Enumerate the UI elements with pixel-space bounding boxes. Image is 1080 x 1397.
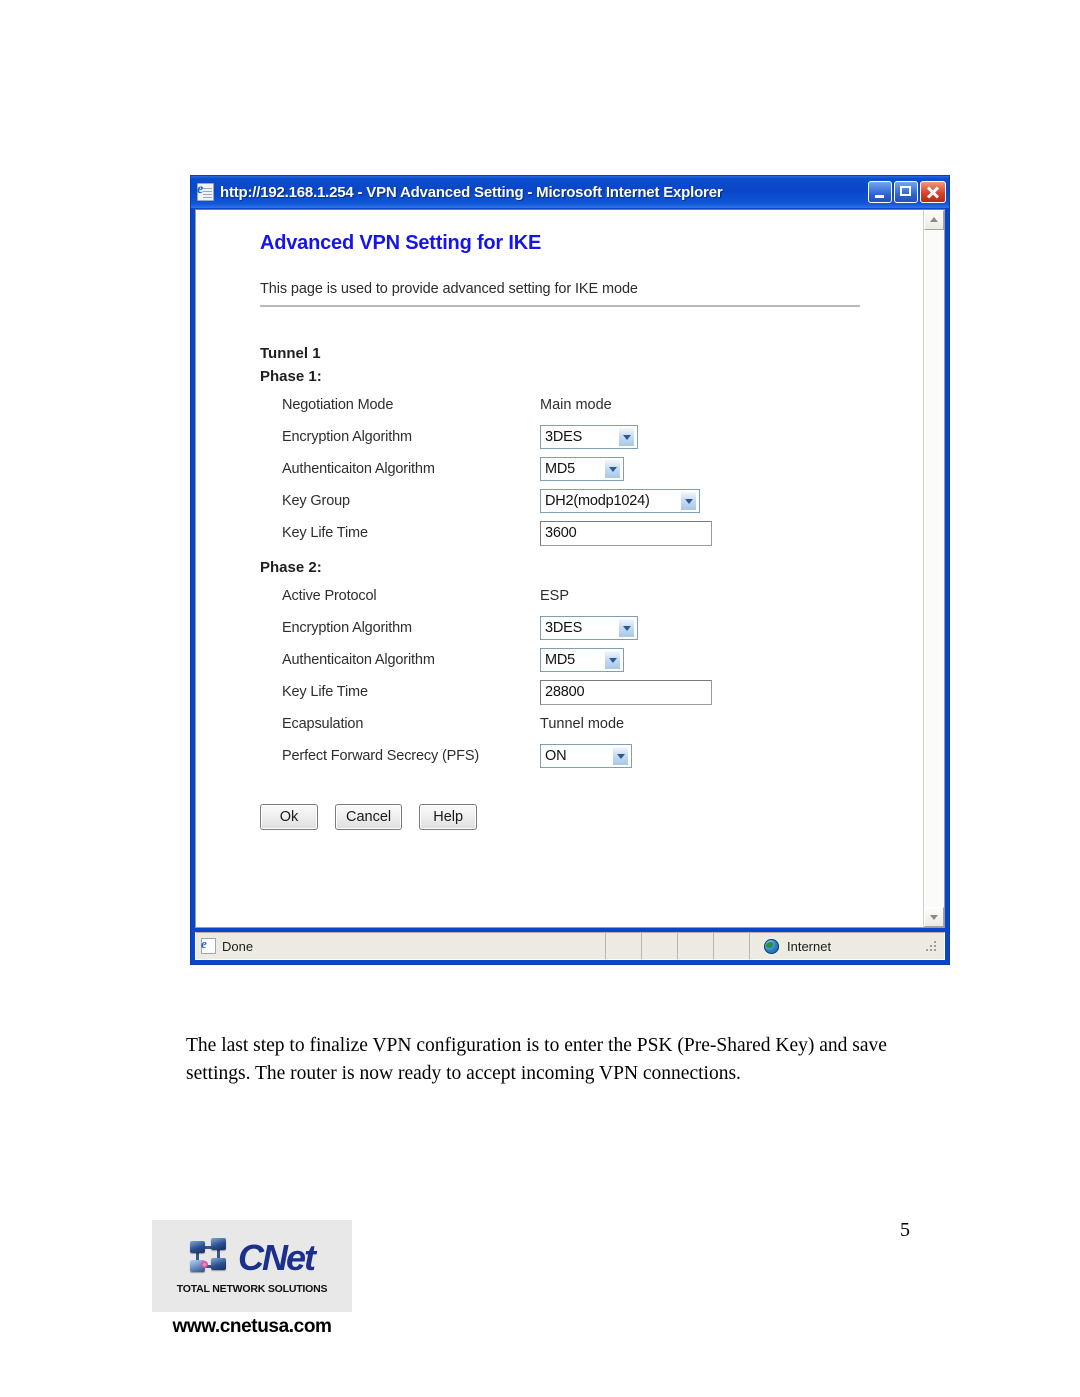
select-p2-authentication-algorithm[interactable]: MD5 bbox=[540, 648, 624, 672]
value-active-protocol: ESP bbox=[540, 588, 570, 604]
globe-icon bbox=[764, 938, 779, 954]
value-negotiation-mode: Main mode bbox=[540, 397, 612, 413]
field-row-encapsulation: Ecapsulation Tunnel mode bbox=[260, 708, 923, 740]
input-p1-key-life-time[interactable]: 3600 bbox=[540, 520, 712, 546]
input-p2-key-life-time[interactable]: 28800 bbox=[540, 679, 712, 705]
select-p2-encryption-value: 3DES bbox=[545, 620, 583, 636]
logo-mark-and-wordmark: CNet bbox=[189, 1236, 316, 1278]
select-p1-authentication-algorithm[interactable]: MD5 bbox=[540, 457, 624, 481]
status-pane-1 bbox=[606, 933, 642, 959]
status-pane-2 bbox=[642, 933, 678, 959]
select-p2-encryption-algorithm[interactable]: 3DES bbox=[540, 616, 638, 640]
label-pfs: Perfect Forward Secrecy (PFS) bbox=[282, 748, 480, 764]
document-icon bbox=[201, 936, 216, 954]
label-key-group: Key Group bbox=[282, 493, 350, 509]
phase1-heading: Phase 1: bbox=[260, 368, 322, 385]
field-row-key-group: Key Group DH2(modp1024) bbox=[260, 485, 923, 517]
chevron-down-icon[interactable] bbox=[618, 618, 635, 638]
chevron-down-icon[interactable] bbox=[604, 650, 621, 670]
field-row-negotiation-mode: Negotiation Mode Main mode bbox=[260, 389, 923, 421]
internet-explorer-window: http://192.168.1.254 - VPN Advanced Sett… bbox=[190, 175, 950, 965]
web-page-content: Advanced VPN Setting for IKE This page i… bbox=[196, 210, 923, 927]
browser-client-area: Advanced VPN Setting for IKE This page i… bbox=[195, 209, 945, 928]
label-negotiation-mode: Negotiation Mode bbox=[282, 397, 394, 413]
field-row-p2-key-life-time: Key Life Time 28800 bbox=[260, 676, 923, 708]
select-key-group[interactable]: DH2(modp1024) bbox=[540, 489, 700, 513]
field-row-active-protocol: Active Protocol ESP bbox=[260, 580, 923, 612]
window-titlebar[interactable]: http://192.168.1.254 - VPN Advanced Sett… bbox=[191, 176, 949, 208]
horizontal-divider bbox=[260, 305, 860, 307]
chevron-down-icon[interactable] bbox=[680, 491, 697, 511]
tunnel-heading: Tunnel 1 bbox=[260, 345, 321, 362]
scroll-up-arrow-icon[interactable] bbox=[924, 210, 944, 230]
label-p1-key-life-time: Key Life Time bbox=[282, 525, 368, 541]
phase2-heading: Phase 2: bbox=[260, 559, 322, 576]
chevron-down-icon[interactable] bbox=[612, 746, 629, 766]
select-key-group-value: DH2(modp1024) bbox=[545, 493, 650, 509]
select-pfs-value: ON bbox=[545, 748, 567, 764]
label-encapsulation: Ecapsulation bbox=[282, 716, 364, 732]
select-p1-encryption-value: 3DES bbox=[545, 429, 583, 445]
field-row-p1-encryption-algorithm: Encryption Algorithm 3DES bbox=[260, 421, 923, 453]
select-pfs[interactable]: ON bbox=[540, 744, 632, 768]
value-encapsulation: Tunnel mode bbox=[540, 716, 625, 732]
page-title: Advanced VPN Setting for IKE bbox=[260, 232, 542, 254]
field-row-p1-key-life-time: Key Life Time 3600 bbox=[260, 517, 923, 549]
logo-tagline: TOTAL NETWORK SOLUTIONS bbox=[176, 1282, 328, 1295]
window-title: http://192.168.1.254 - VPN Advanced Sett… bbox=[220, 183, 723, 201]
network-nodes-icon bbox=[189, 1237, 232, 1278]
ie-page-favicon-icon bbox=[197, 182, 214, 201]
field-row-p1-authentication-algorithm: Authenticaiton Algorithm MD5 bbox=[260, 453, 923, 485]
footer-website-url: www.cnetusa.com bbox=[172, 1316, 332, 1337]
cnet-logo: CNet TOTAL NETWORK SOLUTIONS bbox=[152, 1220, 352, 1312]
label-p2-key-life-time: Key Life Time bbox=[282, 684, 368, 700]
browser-statusbar: Done Internet bbox=[195, 932, 945, 960]
page-description: This page is used to provide advanced se… bbox=[260, 281, 638, 297]
vertical-scrollbar[interactable] bbox=[923, 210, 944, 927]
scrollbar-track[interactable] bbox=[924, 230, 944, 907]
scroll-down-arrow-icon[interactable] bbox=[924, 907, 944, 927]
field-row-pfs: Perfect Forward Secrecy (PFS) ON bbox=[260, 740, 923, 772]
select-p1-encryption-algorithm[interactable]: 3DES bbox=[540, 425, 638, 449]
ok-button[interactable]: Ok bbox=[260, 804, 318, 830]
chevron-down-icon[interactable] bbox=[618, 427, 635, 447]
label-p2-encryption-algorithm: Encryption Algorithm bbox=[282, 620, 412, 636]
body-paragraph: The last step to finalize VPN configurat… bbox=[186, 1035, 887, 1085]
label-p1-authentication-algorithm: Authenticaiton Algorithm bbox=[282, 461, 435, 477]
chevron-down-icon[interactable] bbox=[604, 459, 621, 479]
maximize-button[interactable] bbox=[894, 181, 918, 203]
cancel-button[interactable]: Cancel bbox=[335, 804, 403, 830]
label-p1-encryption-algorithm: Encryption Algorithm bbox=[282, 429, 412, 445]
security-zone-text: Internet bbox=[787, 938, 832, 954]
minimize-button[interactable] bbox=[868, 181, 892, 203]
status-text: Done bbox=[222, 938, 254, 954]
label-p2-authentication-algorithm: Authenticaiton Algorithm bbox=[282, 652, 435, 668]
label-active-protocol: Active Protocol bbox=[282, 588, 377, 604]
select-p2-authentication-value: MD5 bbox=[545, 652, 576, 668]
field-row-p2-authentication-algorithm: Authenticaiton Algorithm MD5 bbox=[260, 644, 923, 676]
page-number: 5 bbox=[900, 1219, 910, 1241]
select-p1-authentication-value: MD5 bbox=[545, 461, 576, 477]
close-button[interactable] bbox=[920, 181, 946, 203]
status-message-pane: Done bbox=[196, 933, 606, 959]
status-pane-4 bbox=[714, 933, 750, 959]
field-row-p2-encryption-algorithm: Encryption Algorithm 3DES bbox=[260, 612, 923, 644]
help-button[interactable]: Help bbox=[419, 804, 478, 830]
resize-grip[interactable] bbox=[925, 940, 937, 952]
form-button-row: Ok Cancel Help bbox=[260, 804, 923, 830]
security-zone-pane[interactable]: Internet bbox=[750, 933, 944, 959]
logo-wordmark: CNet bbox=[237, 1236, 316, 1278]
status-pane-3 bbox=[678, 933, 714, 959]
window-controls bbox=[868, 181, 946, 203]
